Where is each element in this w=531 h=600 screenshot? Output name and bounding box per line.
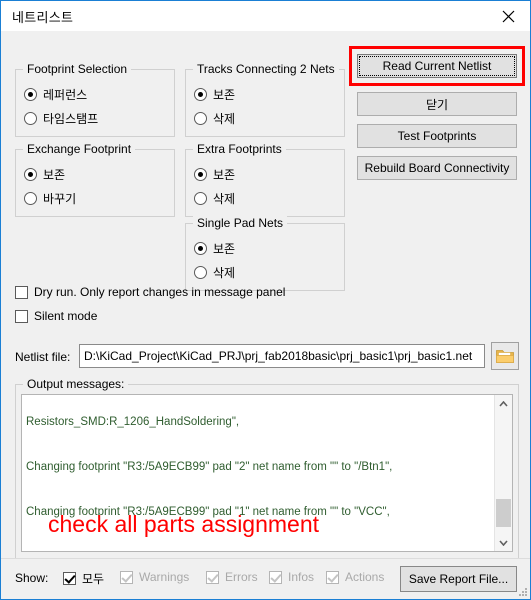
- output-line: Info: Checking netlist symbol footprint …: [26, 550, 494, 552]
- checkbox-indicator: [326, 570, 339, 584]
- output-messages-box[interactable]: Resistors_SMD:R_1206_HandSoldering", Cha…: [21, 394, 513, 552]
- group-legend-single-pad-nets: Single Pad Nets: [193, 216, 288, 230]
- radio-label: 삭제: [213, 112, 236, 126]
- group-legend-output-messages: Output messages:: [23, 377, 129, 391]
- radio-label: 타임스탬프: [43, 112, 99, 126]
- checkbox-indicator: [15, 309, 28, 323]
- scroll-down-button[interactable]: [495, 534, 512, 551]
- radio-label: 레퍼런스: [43, 88, 88, 102]
- checkbox-label: Warnings: [139, 570, 190, 584]
- checkbox-indicator: [269, 570, 282, 584]
- radio-indicator: [24, 88, 37, 101]
- checkbox-label: 모두: [82, 572, 105, 586]
- resize-grip[interactable]: [517, 586, 527, 596]
- save-report-file-button[interactable]: Save Report File...: [400, 566, 517, 592]
- radio-exchange-footprint-change[interactable]: 바꾸기: [24, 190, 76, 207]
- checkbox-label: Errors: [225, 570, 258, 584]
- radio-indicator: [24, 168, 37, 181]
- group-footprint-selection: Footprint Selection 레퍼런스 타임스탬프: [15, 62, 175, 137]
- output-line: Changing footprint "R3:/5A9ECB99" pad "2…: [26, 461, 393, 473]
- output-line: Resistors_SMD:R_1206_HandSoldering",: [26, 416, 240, 428]
- netlist-dialog: 네트리스트 Footprint Selection 레퍼런스 타임스탬프 Exc…: [0, 0, 531, 600]
- radio-indicator: [194, 112, 207, 125]
- radio-single-pad-nets-delete[interactable]: 삭제: [194, 264, 235, 281]
- radio-extra-footprints-delete[interactable]: 삭제: [194, 190, 235, 207]
- checkbox-dry-run[interactable]: Dry run. Only report changes in message …: [15, 285, 285, 299]
- close-dialog-button[interactable]: 닫기: [357, 92, 517, 116]
- radio-footprint-selection-timestamp[interactable]: 타임스탬프: [24, 110, 98, 127]
- radio-label: 보존: [213, 88, 236, 102]
- checkbox-indicator: [206, 570, 219, 584]
- chevron-up-icon: [499, 400, 508, 407]
- radio-indicator: [194, 192, 207, 205]
- chevron-down-icon: [499, 539, 508, 546]
- radio-indicator: [194, 242, 207, 255]
- group-single-pad-nets: Single Pad Nets 보존 삭제: [185, 216, 345, 291]
- dialog-content: Footprint Selection 레퍼런스 타임스탬프 Exchange …: [1, 31, 530, 599]
- radio-extra-footprints-keep[interactable]: 보존: [194, 166, 235, 183]
- radio-label: 바꾸기: [43, 192, 77, 206]
- netlist-file-input[interactable]: D:\KiCad_Project\KiCad_PRJ\prj_fab2018ba…: [79, 344, 485, 368]
- folder-icon: [496, 349, 514, 363]
- group-tracks-connecting-2-nets: Tracks Connecting 2 Nets 보존 삭제: [185, 62, 345, 137]
- radio-label: 삭제: [213, 192, 236, 206]
- radio-indicator: [194, 168, 207, 181]
- annotation-check-all-parts: check all parts assignment: [48, 511, 320, 537]
- test-footprints-button[interactable]: Test Footprints: [357, 124, 517, 148]
- checkbox-show-errors[interactable]: Errors: [206, 570, 258, 584]
- checkbox-show-actions[interactable]: Actions: [326, 570, 384, 584]
- checkbox-silent-mode[interactable]: Silent mode: [15, 309, 97, 323]
- show-filter-bar: Show: 모두 Warnings Errors Infos Actions S…: [1, 558, 530, 599]
- output-scrollbar[interactable]: [494, 395, 512, 551]
- radio-label: 삭제: [213, 266, 236, 280]
- checkbox-label: Infos: [288, 570, 315, 584]
- checkbox-show-warnings[interactable]: Warnings: [120, 570, 189, 584]
- radio-indicator: [24, 192, 37, 205]
- checkbox-indicator: [63, 572, 76, 585]
- radio-label: 보존: [213, 168, 236, 182]
- group-legend-tracks-connecting-2-nets: Tracks Connecting 2 Nets: [193, 62, 339, 76]
- close-button[interactable]: [486, 2, 530, 31]
- browse-netlist-file-button[interactable]: [491, 342, 519, 370]
- radio-footprint-selection-reference[interactable]: 레퍼런스: [24, 86, 87, 103]
- checkbox-label: Dry run. Only report changes in message …: [34, 285, 286, 299]
- group-legend-extra-footprints: Extra Footprints: [193, 142, 286, 156]
- group-exchange-footprint: Exchange Footprint 보존 바꾸기: [15, 142, 175, 217]
- close-icon: [502, 10, 514, 22]
- checkbox-label: Silent mode: [34, 309, 98, 323]
- radio-label: 보존: [43, 168, 66, 182]
- radio-indicator: [194, 88, 207, 101]
- window-title: 네트리스트: [12, 9, 74, 25]
- checkbox-indicator: [120, 570, 133, 584]
- read-current-netlist-button[interactable]: Read Current Netlist: [357, 54, 517, 78]
- radio-indicator: [194, 266, 207, 279]
- group-legend-footprint-selection: Footprint Selection: [23, 62, 132, 76]
- radio-exchange-footprint-keep[interactable]: 보존: [24, 166, 65, 183]
- radio-tracks-keep[interactable]: 보존: [194, 86, 235, 103]
- radio-label: 보존: [213, 242, 236, 256]
- rebuild-board-connectivity-button[interactable]: Rebuild Board Connectivity: [357, 156, 517, 180]
- radio-tracks-delete[interactable]: 삭제: [194, 110, 235, 127]
- netlist-file-label: Netlist file:: [15, 350, 71, 364]
- checkbox-show-all[interactable]: 모두: [63, 570, 104, 587]
- checkbox-indicator: [15, 285, 28, 299]
- title-bar: 네트리스트: [1, 1, 530, 31]
- radio-indicator: [24, 112, 37, 125]
- info-keyword: Info:: [26, 551, 51, 552]
- checkbox-label: Actions: [345, 570, 385, 584]
- checkbox-show-infos[interactable]: Infos: [269, 570, 314, 584]
- group-legend-exchange-footprint: Exchange Footprint: [23, 142, 136, 156]
- radio-single-pad-nets-keep[interactable]: 보존: [194, 240, 235, 257]
- group-extra-footprints: Extra Footprints 보존 삭제: [185, 142, 345, 217]
- scroll-up-button[interactable]: [495, 395, 512, 412]
- scrollbar-thumb[interactable]: [496, 499, 511, 527]
- show-label: Show:: [15, 571, 49, 585]
